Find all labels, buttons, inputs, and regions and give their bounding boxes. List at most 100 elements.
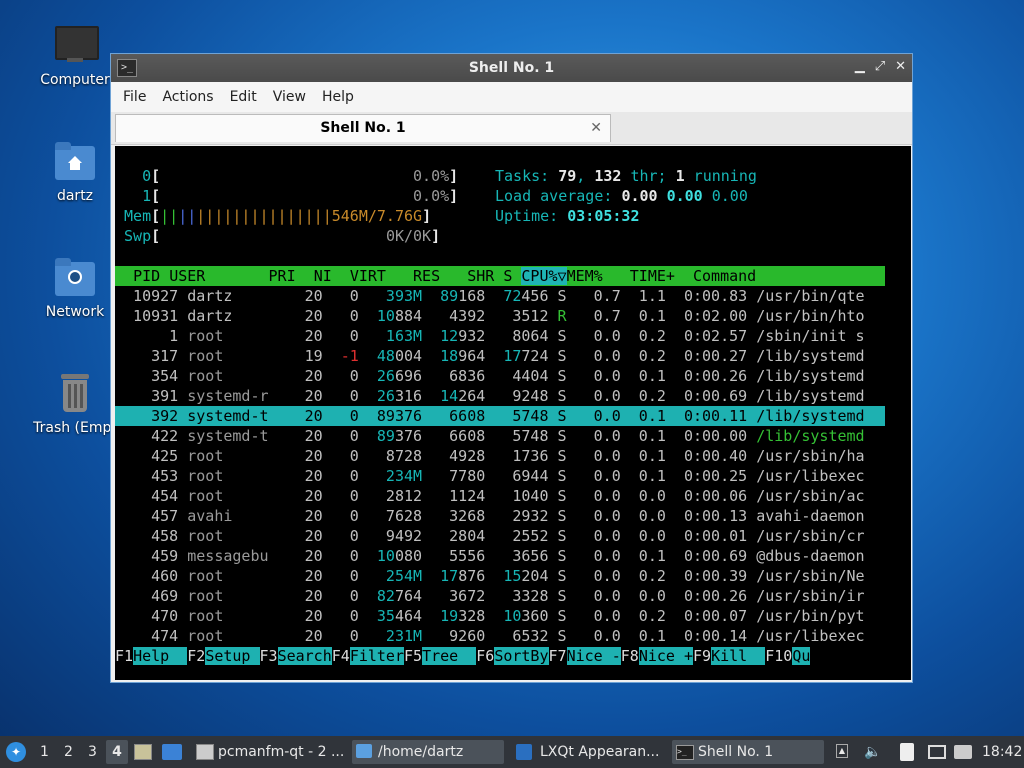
menu-help[interactable]: Help bbox=[316, 89, 364, 105]
fkey-f9[interactable]: F9 bbox=[693, 647, 711, 665]
col-ni[interactable]: NI bbox=[314, 267, 332, 285]
minimize-icon[interactable]: ▁ bbox=[855, 59, 865, 74]
fkey-f10[interactable]: F10 bbox=[765, 647, 792, 665]
show-desktop-icon[interactable] bbox=[134, 740, 154, 764]
process-row[interactable]: 317 root 19 -1 48004 18964 17724 S 0.0 0… bbox=[115, 346, 885, 366]
col-virt[interactable]: VIRT bbox=[350, 267, 386, 285]
process-row[interactable]: 459 messagebu 20 0 10080 5556 3656 S 0.0… bbox=[115, 546, 885, 566]
workspace-4[interactable]: 4 bbox=[106, 740, 128, 764]
process-row[interactable]: 422 systemd-t 20 0 89376 6608 5748 S 0.0… bbox=[115, 426, 885, 446]
col-pid[interactable] bbox=[115, 267, 133, 285]
fkey-label[interactable]: Search bbox=[277, 647, 332, 665]
process-virt: 254M bbox=[367, 567, 423, 585]
fkey-label[interactable]: Nice + bbox=[638, 647, 693, 665]
col-pid-label[interactable]: PID bbox=[133, 267, 160, 285]
process-pri: 20 bbox=[277, 287, 323, 305]
fkey-f1[interactable]: F1 bbox=[115, 647, 133, 665]
process-row[interactable]: 460 root 20 0 254M 17876 15204 S 0.0 0.2… bbox=[115, 566, 885, 586]
process-command: @dbus-daemon bbox=[756, 547, 865, 565]
display-icon[interactable] bbox=[928, 740, 948, 764]
fkey-label[interactable]: Kill bbox=[711, 647, 766, 665]
task-pcmanfm[interactable]: pcmanfm-qt - 2 ... bbox=[192, 740, 344, 764]
process-pri: 20 bbox=[277, 587, 323, 605]
fkey-label[interactable]: Nice - bbox=[566, 647, 621, 665]
col-pri[interactable]: PRI bbox=[269, 267, 296, 285]
task-lxqt-appearance[interactable]: LXQt Appearan... bbox=[512, 740, 664, 764]
process-state: S bbox=[557, 347, 567, 365]
menu-file[interactable]: File bbox=[117, 89, 156, 105]
tab-close-icon[interactable]: ✕ bbox=[590, 115, 602, 141]
process-row[interactable]: 469 root 20 0 82764 3672 3328 S 0.0 0.0 … bbox=[115, 586, 885, 606]
fkey-label[interactable]: Filter bbox=[349, 647, 404, 665]
process-virt: 89376 bbox=[367, 407, 423, 425]
process-row[interactable]: 474 root 20 0 231M 9260 6532 S 0.0 0.1 0… bbox=[115, 626, 885, 646]
fkey-f5[interactable]: F5 bbox=[404, 647, 422, 665]
close-icon[interactable]: ✕ bbox=[895, 59, 906, 74]
network-status-icon[interactable] bbox=[954, 740, 974, 764]
workspace-1[interactable]: 1 bbox=[40, 740, 49, 764]
menu-edit[interactable]: Edit bbox=[224, 89, 267, 105]
menu-view[interactable]: View bbox=[267, 89, 316, 105]
volume-icon[interactable]: 🔈 bbox=[864, 740, 882, 764]
fkey-label[interactable]: Help bbox=[133, 647, 188, 665]
process-pid: 10931 bbox=[115, 307, 179, 325]
clock[interactable]: 18:42 bbox=[982, 740, 1022, 764]
fkey-label[interactable]: Qu bbox=[792, 647, 811, 665]
tab-shell-1[interactable]: Shell No. 1 ✕ bbox=[115, 114, 611, 142]
window-titlebar[interactable]: >_ Shell No. 1 ▁ ⤢ ✕ bbox=[111, 54, 912, 82]
swp-meter: Swp[ 0K/0K] bbox=[124, 227, 441, 245]
process-row[interactable]: 354 root 20 0 26696 6836 4404 S 0.0 0.1 … bbox=[115, 366, 885, 386]
fkey-label[interactable]: SortBy bbox=[494, 647, 549, 665]
process-state: S bbox=[557, 427, 567, 445]
process-row[interactable]: 10931 dartz 20 0 10884 4392 3512 R 0.7 0… bbox=[115, 306, 885, 326]
col-time[interactable]: TIME+ bbox=[630, 267, 675, 285]
col-shr[interactable]: SHR bbox=[467, 267, 494, 285]
process-shr: 5748 bbox=[494, 407, 549, 425]
process-row[interactable]: 392 systemd-t 20 0 89376 6608 5748 S 0.0… bbox=[115, 406, 885, 426]
fkey-f8[interactable]: F8 bbox=[621, 647, 639, 665]
process-command: /usr/sbin/Ne bbox=[756, 567, 865, 585]
process-res: 3268 bbox=[431, 507, 486, 525]
menu-actions[interactable]: Actions bbox=[156, 89, 223, 105]
task-shell-no-1[interactable]: >_ Shell No. 1 bbox=[672, 740, 824, 764]
process-row[interactable]: 458 root 20 0 9492 2804 2552 S 0.0 0.0 0… bbox=[115, 526, 885, 546]
col-mem[interactable]: MEM% bbox=[567, 267, 603, 285]
tray-expand-icon[interactable]: ▲ bbox=[836, 740, 852, 764]
process-row[interactable]: 453 root 20 0 234M 7780 6944 S 0.0 0.1 0… bbox=[115, 466, 885, 486]
col-user[interactable]: USER bbox=[169, 267, 205, 285]
process-row[interactable]: 457 avahi 20 0 7628 3268 2932 S 0.0 0.0 … bbox=[115, 506, 885, 526]
maximize-icon[interactable]: ⤢ bbox=[875, 59, 885, 74]
process-shr: 1736 bbox=[494, 447, 549, 465]
process-pri: 20 bbox=[277, 527, 323, 545]
process-row[interactable]: 470 root 20 0 35464 19328 10360 S 0.0 0.… bbox=[115, 606, 885, 626]
process-row[interactable]: 1 root 20 0 163M 12932 8064 S 0.0 0.2 0:… bbox=[115, 326, 885, 346]
fkey-f7[interactable]: F7 bbox=[549, 647, 567, 665]
fkey-label[interactable]: Tree bbox=[422, 647, 477, 665]
workspace-2[interactable]: 2 bbox=[64, 740, 73, 764]
fkey-f6[interactable]: F6 bbox=[476, 647, 494, 665]
process-row[interactable]: 425 root 20 0 8728 4928 1736 S 0.0 0.1 0… bbox=[115, 446, 885, 466]
clipboard-icon[interactable] bbox=[900, 740, 920, 764]
process-virt: 7628 bbox=[367, 507, 423, 525]
col-cpu[interactable]: CPU%▽ bbox=[521, 267, 567, 285]
file-manager-launcher-icon[interactable] bbox=[162, 740, 184, 764]
fkey-f4[interactable]: F4 bbox=[332, 647, 350, 665]
terminal-area[interactable]: 0[ 0.0%] 1[ 0.0%] Mem[||||||||||||||||||… bbox=[115, 146, 911, 680]
lxqt-logo-icon: ✦ bbox=[6, 742, 26, 762]
task-home-dartz[interactable]: /home/dartz bbox=[352, 740, 504, 764]
fkey-f3[interactable]: F3 bbox=[260, 647, 278, 665]
workspace-3[interactable]: 3 bbox=[88, 740, 97, 764]
process-pri: 19 bbox=[277, 347, 323, 365]
col-command[interactable]: Command bbox=[693, 267, 756, 285]
process-res: 18964 bbox=[431, 347, 486, 365]
start-menu-button[interactable]: ✦ bbox=[6, 740, 28, 764]
process-state: S bbox=[557, 547, 567, 565]
fkey-f2[interactable]: F2 bbox=[187, 647, 205, 665]
process-pid: 354 bbox=[115, 367, 179, 385]
fkey-label[interactable]: Setup bbox=[205, 647, 260, 665]
process-row[interactable]: 454 root 20 0 2812 1124 1040 S 0.0 0.0 0… bbox=[115, 486, 885, 506]
process-row[interactable]: 391 systemd-r 20 0 26316 14264 9248 S 0.… bbox=[115, 386, 885, 406]
col-res[interactable]: RES bbox=[413, 267, 440, 285]
cpu1-meter: 1[ 0.0%] bbox=[142, 187, 459, 205]
process-row[interactable]: 10927 dartz 20 0 393M 89168 72456 S 0.7 … bbox=[115, 286, 885, 306]
